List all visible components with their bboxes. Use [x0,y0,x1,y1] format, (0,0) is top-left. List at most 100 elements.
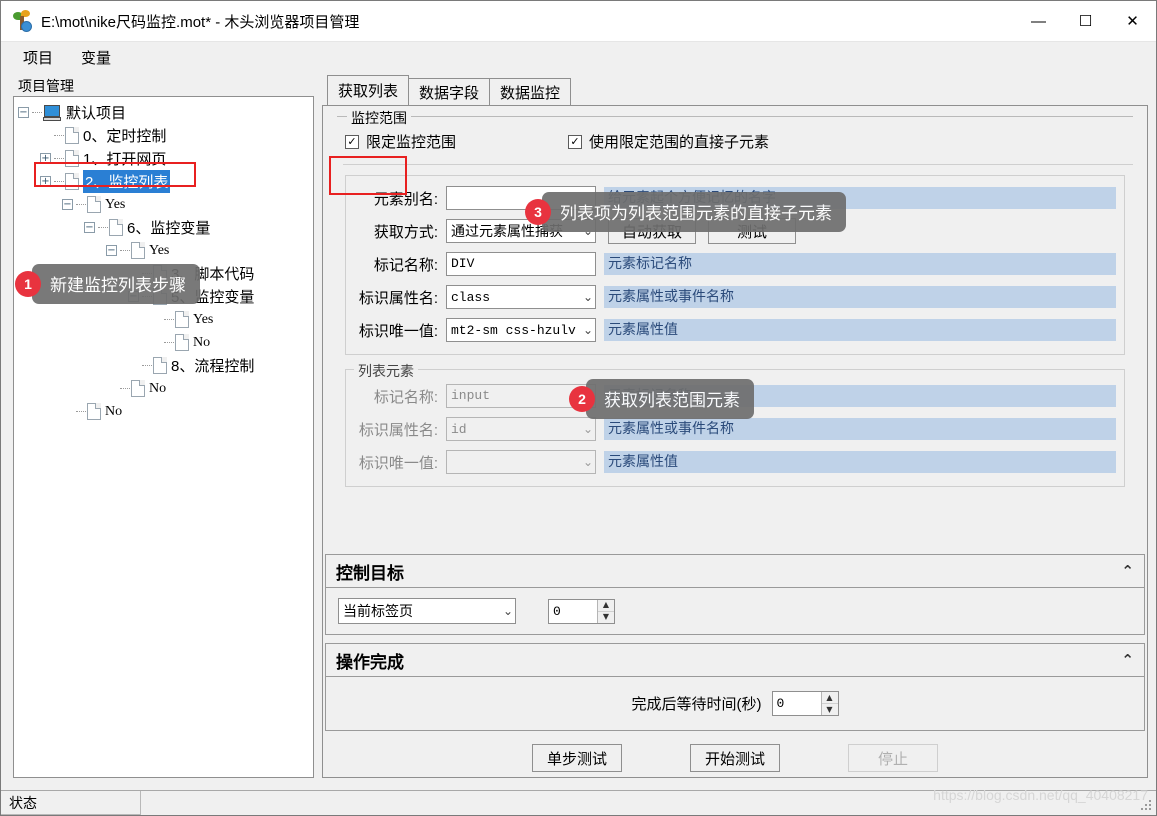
tree-node[interactable]: Yes [18,308,313,331]
method-select[interactable]: 通过元素属性捕获 ⌄ [446,219,596,243]
limit-scope-checkbox[interactable]: ✓ [345,134,359,149]
attr-name-label: 标识属性名: [358,289,438,307]
target-tab-select[interactable]: 当前标签页 ⌄ [338,598,516,624]
chevron-down-icon: ⌄ [582,323,593,337]
project-group-label: 项目管理 [15,76,77,96]
tree-connector [120,388,130,389]
tag-hint: 元素标记名称 [604,253,1116,275]
auto-capture-button[interactable]: 自动获取 [608,218,696,244]
tree-node-label: 5、监控变量 [171,289,255,306]
method-row: 获取方式: 通过元素属性捕获 ⌄ 自动获取 测试 [354,218,1116,244]
collapse-icon[interactable]: − [106,245,117,256]
tree-node-label: Yes [193,311,214,327]
document-icon [65,150,79,167]
control-target-panel: 控制目标 ⌃ 当前标签页 ⌄ 0 ▲ ▼ [325,554,1145,635]
tree-node-label: 8、流程控制 [171,358,255,375]
tree-node[interactable]: − Yes [18,193,313,216]
spinner-up-icon[interactable]: ▲ [821,692,838,704]
list-attr-name-row: 标识属性名: id ⌄ 元素属性或事件名称 [354,417,1116,441]
expand-icon[interactable]: + [40,153,51,164]
collapse-icon[interactable]: − [18,107,29,118]
chevron-up-icon[interactable]: ⌃ [1121,651,1134,669]
collapse-icon[interactable]: − [128,291,139,302]
document-icon [87,196,101,213]
status-bar: 状态 [1,790,1156,815]
tag-input[interactable]: DIV [446,252,596,276]
resize-grip-icon[interactable] [1141,800,1153,812]
tree-node[interactable]: +1、打开网页 [18,147,313,170]
menu-item-variable[interactable]: 变量 [71,44,121,71]
spinner-down-icon[interactable]: ▼ [598,611,614,623]
test-button[interactable]: 测试 [708,218,796,244]
attr-name-select[interactable]: class ⌄ [446,285,596,309]
list-tag-input: input [446,384,596,408]
close-icon[interactable]: ✕ [1109,1,1156,42]
list-attr-value-select: ⌄ [446,450,596,474]
tree-node-label: No [193,334,211,350]
tree-connector [76,411,86,412]
tree-node[interactable]: − 默认项目 [18,101,313,124]
tree-node[interactable]: 8、流程控制 [18,354,313,377]
chevron-up-icon[interactable]: ⌃ [1121,562,1134,580]
tab-get-list[interactable]: 获取列表 [327,75,410,105]
project-panel: 项目管理 − 默认项目 0、定时控制 +1、打开网页 +2、监控列表 − Yes −6、监控变… [9,76,314,790]
tree-node[interactable]: No [18,400,313,423]
operation-done-header[interactable]: 操作完成 ⌃ [325,643,1145,677]
direct-child-checkbox[interactable]: ✓ [568,134,583,149]
start-test-button[interactable]: 开始测试 [690,744,780,772]
document-icon [65,173,79,190]
document-icon [153,288,167,305]
spinner-up-icon[interactable]: ▲ [598,599,614,612]
minimize-icon[interactable]: — [1015,1,1062,42]
tree-node[interactable]: − 6、监控变量 [18,216,313,239]
spinner-buttons: ▲ ▼ [597,599,614,623]
tree-node-label: Yes [149,242,170,258]
chevron-down-icon: ⌄ [582,455,593,469]
tab-data-field[interactable]: 数据字段 [408,78,491,105]
element-attribute-form: 元素别名: 给元素起个方便记忆的名字 获取方式: 通过元素属性捕获 ⌄ 自动获取… [345,175,1125,355]
step-test-button[interactable]: 单步测试 [532,744,622,772]
attr-value-row: 标识唯一值: mt2-sm css-hzulv ⌄ 元素属性值 [354,318,1116,342]
window-title: E:\mot\nike尺码监控.mot* - 木头浏览器项目管理 [41,13,360,31]
project-tree[interactable]: − 默认项目 0、定时控制 +1、打开网页 +2、监控列表 − Yes −6、监控变量 − Yes… [13,96,314,778]
expand-icon[interactable]: + [40,176,51,187]
tree-node[interactable]: − Yes [18,239,313,262]
tree-node[interactable]: No [18,377,313,400]
menu-item-project[interactable]: 项目 [13,44,63,71]
status-label: 状态 [1,791,141,815]
collapse-icon[interactable]: − [84,222,95,233]
control-target-header[interactable]: 控制目标 ⌃ [325,554,1145,588]
action-button-row: 单步测试 开始测试 停止 [323,731,1147,777]
tree-node[interactable]: No [18,331,313,354]
target-index-spinner[interactable]: 0 ▲ ▼ [548,598,615,624]
tree-connector [142,296,152,297]
tree-connector [76,204,86,205]
menu-bar: 项目 变量 [1,42,1156,72]
attr-name-value: class [451,289,491,305]
tree-node[interactable]: − 5、监控变量 [18,285,313,308]
tree-node[interactable]: 0、定时控制 [18,124,313,147]
alias-input[interactable] [446,186,596,210]
target-index-value[interactable]: 0 [549,600,597,623]
step-editor-panel: 获取列表 数据字段 数据监控 监控范围 ✓ 限定监控范围 ✓ 使用限定范围的直接… [322,75,1148,778]
title-bar: E:\mot\nike尺码监控.mot* - 木头浏览器项目管理 — ☐ ✕ [1,1,1156,42]
app-logo-icon [11,10,33,32]
maximize-icon[interactable]: ☐ [1062,1,1109,42]
tree-node-label: 默认项目 [66,105,127,122]
tab-data-monitor[interactable]: 数据监控 [489,78,572,105]
wait-time-value[interactable]: 0 [773,692,821,715]
tree-root: − 默认项目 0、定时控制 +1、打开网页 +2、监控列表 − Yes −6、监控变量 − Yes… [14,97,313,423]
list-attr-name-hint: 元素属性或事件名称 [604,418,1116,440]
attr-value-select[interactable]: mt2-sm css-hzulv ⌄ [446,318,596,342]
spinner-down-icon[interactable]: ▼ [821,704,838,715]
chevron-down-icon: ⌄ [582,422,593,436]
tree-node[interactable]: +2、监控列表 [18,170,313,193]
document-icon [87,403,101,420]
tree-node[interactable]: 3、脚本代码 [18,262,313,285]
list-attr-name-select: id ⌄ [446,417,596,441]
wait-time-spinner[interactable]: 0 ▲ ▼ [771,691,839,716]
collapse-icon[interactable]: − [62,199,73,210]
